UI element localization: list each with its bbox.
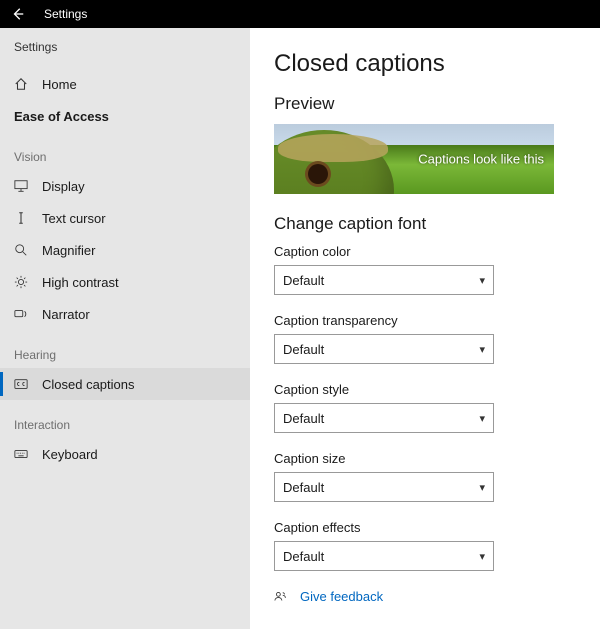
caption-preview: Captions look like this: [274, 124, 554, 194]
group-label-hearing: Hearing: [0, 330, 250, 368]
chevron-down-icon: ▾: [479, 550, 485, 563]
setting-label: Caption color: [274, 244, 576, 259]
preview-roof: [278, 134, 388, 162]
select-caption-transparency[interactable]: Default ▾: [274, 334, 494, 364]
feedback-label: Give feedback: [300, 589, 383, 604]
setting-caption-effects: Caption effects Default ▾: [274, 520, 576, 571]
setting-caption-style: Caption style Default ▾: [274, 382, 576, 433]
sidebar-item-label: Keyboard: [42, 447, 98, 462]
sidebar-item-display[interactable]: Display: [0, 170, 250, 202]
sidebar-category[interactable]: Ease of Access: [0, 100, 250, 132]
home-icon: [14, 77, 32, 91]
select-value: Default: [283, 273, 324, 288]
setting-label: Caption style: [274, 382, 576, 397]
sidebar-item-label: Text cursor: [42, 211, 106, 226]
sidebar-item-narrator[interactable]: Narrator: [0, 298, 250, 330]
content: Settings Home Ease of Access Vision Disp…: [0, 28, 600, 629]
select-caption-style[interactable]: Default ▾: [274, 403, 494, 433]
preview-caption-text: Captions look like this: [418, 152, 544, 167]
chevron-down-icon: ▾: [479, 274, 485, 287]
select-value: Default: [283, 342, 324, 357]
monitor-icon: [14, 179, 32, 193]
sidebar-item-text-cursor[interactable]: Text cursor: [0, 202, 250, 234]
chevron-down-icon: ▾: [479, 481, 485, 494]
sidebar-item-home[interactable]: Home: [0, 68, 250, 100]
window-title: Settings: [44, 7, 87, 21]
contrast-icon: [14, 275, 32, 289]
sidebar-item-label: Narrator: [42, 307, 90, 322]
titlebar: Settings: [0, 0, 600, 28]
sidebar-item-label: Display: [42, 179, 85, 194]
sidebar: Settings Home Ease of Access Vision Disp…: [0, 28, 250, 629]
back-button[interactable]: [6, 2, 30, 26]
text-cursor-icon: [14, 211, 32, 225]
preview-door: [308, 164, 328, 184]
sidebar-category-label: Ease of Access: [14, 109, 109, 124]
chevron-down-icon: ▾: [479, 412, 485, 425]
chevron-down-icon: ▾: [479, 343, 485, 356]
sidebar-item-label: Magnifier: [42, 243, 95, 258]
select-caption-effects[interactable]: Default ▾: [274, 541, 494, 571]
main-panel: Closed captions Preview Captions look li…: [250, 28, 600, 629]
select-value: Default: [283, 480, 324, 495]
sidebar-item-label: Closed captions: [42, 377, 135, 392]
setting-caption-size: Caption size Default ▾: [274, 451, 576, 502]
select-value: Default: [283, 411, 324, 426]
sidebar-item-keyboard[interactable]: Keyboard: [0, 438, 250, 470]
sidebar-item-high-contrast[interactable]: High contrast: [0, 266, 250, 298]
arrow-left-icon: [11, 7, 25, 21]
sidebar-item-label: Home: [42, 77, 77, 92]
sidebar-header: Settings: [0, 36, 250, 68]
keyboard-icon: [14, 447, 32, 461]
select-caption-size[interactable]: Default ▾: [274, 472, 494, 502]
setting-label: Caption transparency: [274, 313, 576, 328]
give-feedback-link[interactable]: Give feedback: [274, 589, 576, 604]
sidebar-item-label: High contrast: [42, 275, 119, 290]
setting-caption-transparency: Caption transparency Default ▾: [274, 313, 576, 364]
section-heading: Change caption font: [274, 214, 576, 234]
setting-label: Caption effects: [274, 520, 576, 535]
setting-caption-color: Caption color Default ▾: [274, 244, 576, 295]
setting-label: Caption size: [274, 451, 576, 466]
select-value: Default: [283, 549, 324, 564]
sidebar-item-closed-captions[interactable]: Closed captions: [0, 368, 250, 400]
narrator-icon: [14, 307, 32, 321]
select-caption-color[interactable]: Default ▾: [274, 265, 494, 295]
magnifier-icon: [14, 243, 32, 257]
group-label-vision: Vision: [0, 132, 250, 170]
group-label-interaction: Interaction: [0, 400, 250, 438]
feedback-icon: [274, 590, 292, 604]
sidebar-item-magnifier[interactable]: Magnifier: [0, 234, 250, 266]
page-title: Closed captions: [274, 50, 576, 78]
closed-captions-icon: [14, 377, 32, 391]
preview-heading: Preview: [274, 94, 576, 114]
